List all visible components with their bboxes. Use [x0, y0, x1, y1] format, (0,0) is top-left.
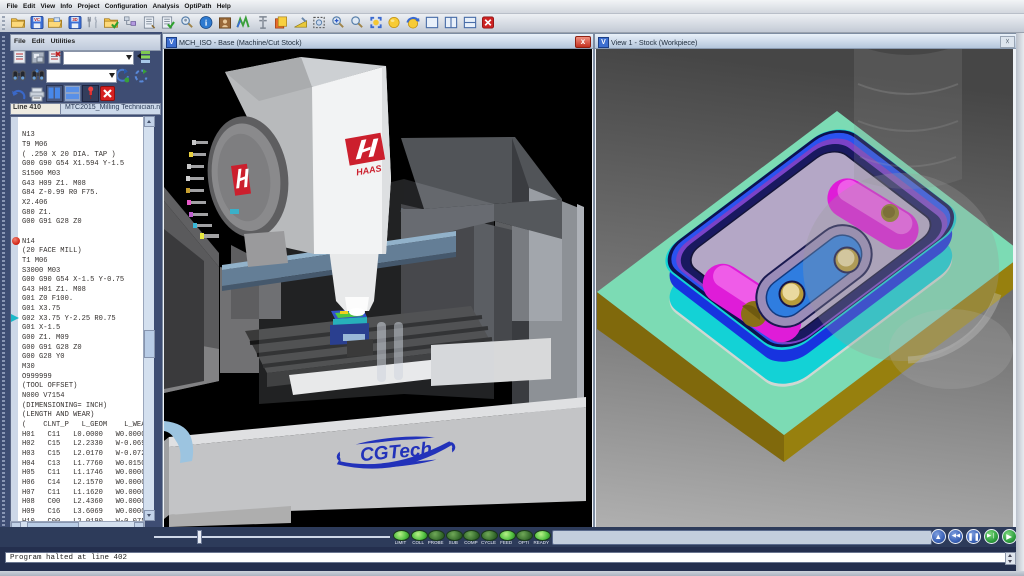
svg-text:3D: 3D — [72, 17, 77, 22]
svg-text:VC: VC — [34, 17, 40, 22]
